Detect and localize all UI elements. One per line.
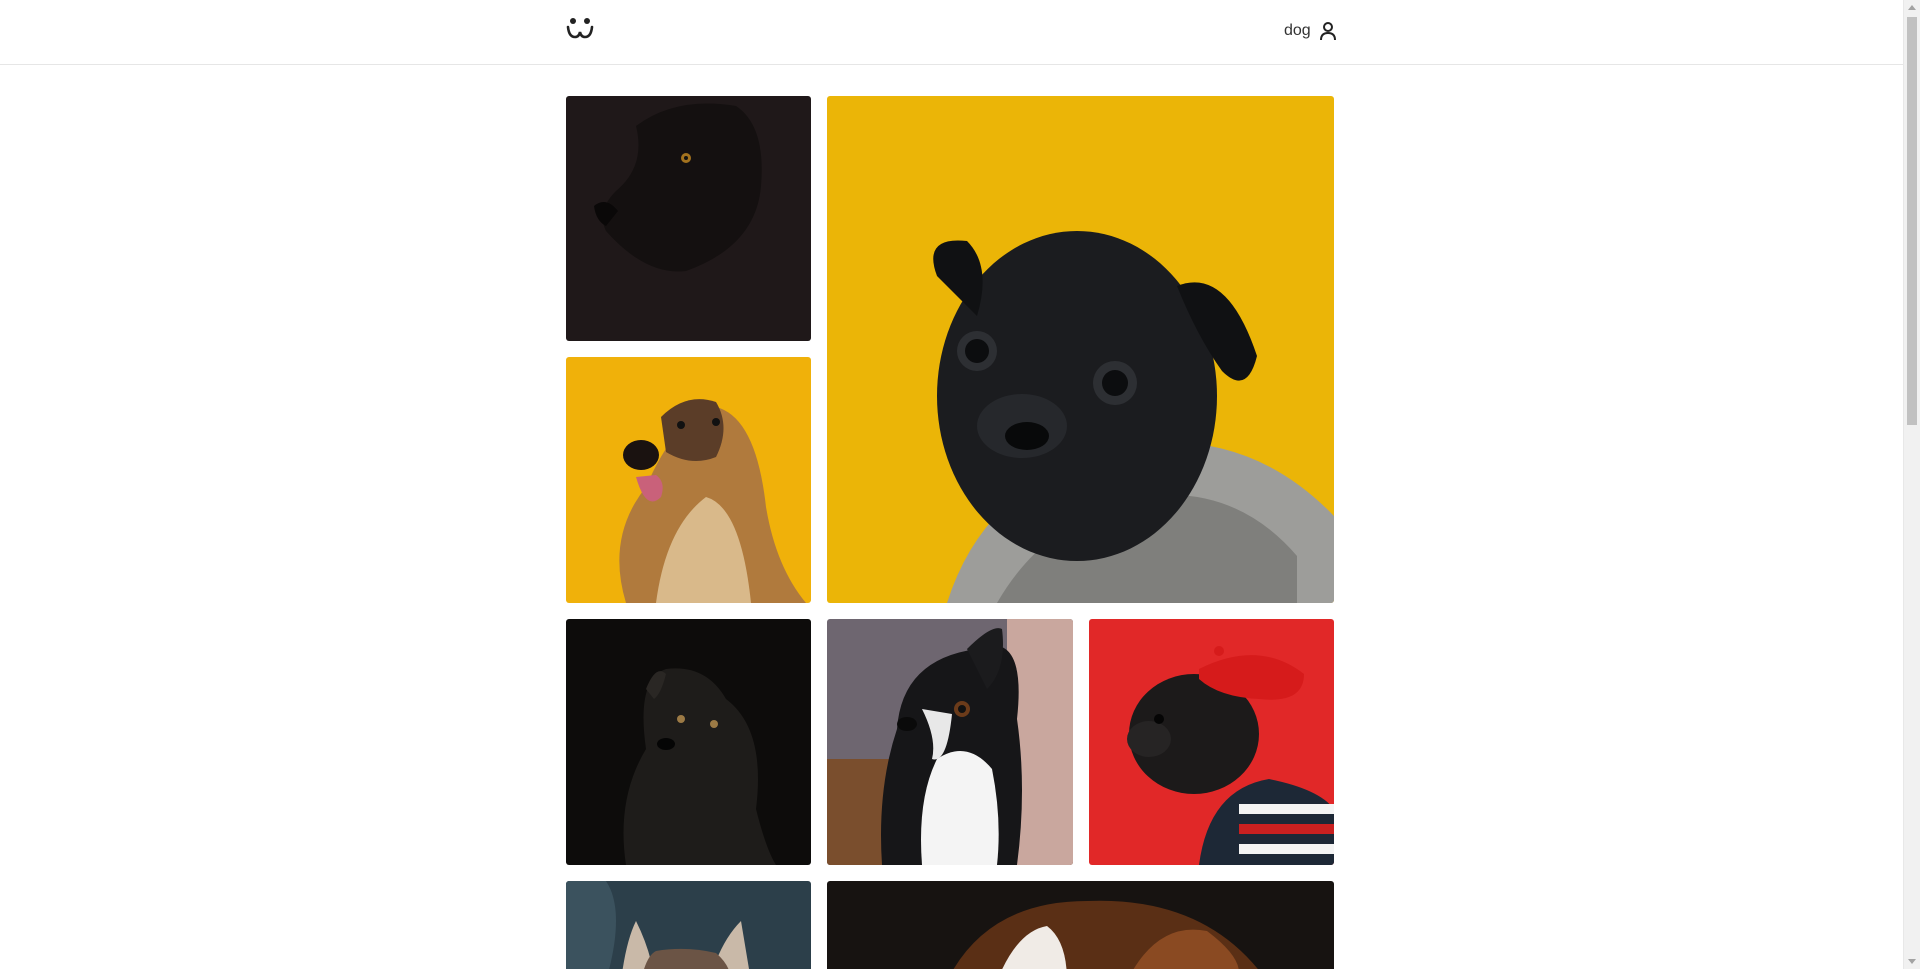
top-header: dog [0,0,1903,65]
dog-photo-brown-white-dog[interactable] [827,881,1334,969]
dog-photo-black-pug-scarf[interactable] [827,96,1334,603]
dog-photo-afghan-hound[interactable] [566,357,811,603]
dog-photo-boston-terrier[interactable] [827,619,1073,865]
user-menu[interactable]: dog [1284,19,1337,43]
scroll-thumb[interactable] [1907,17,1917,425]
dog-photo-black-fluffy-dog[interactable] [566,619,811,865]
user-icon [1319,21,1337,41]
dog-photo-pug-red-beret[interactable] [1089,619,1334,865]
dog-photo-husky[interactable] [566,881,811,969]
dog-photo-black-dog[interactable] [566,96,811,341]
scroll-down-arrow-icon[interactable] [1908,959,1916,964]
username-label: dog [1284,22,1311,39]
page-viewport: dog [0,0,1903,969]
paw-face-logo-icon[interactable] [565,16,595,42]
vertical-scrollbar[interactable] [1903,0,1920,969]
scroll-up-arrow-icon[interactable] [1908,5,1916,10]
